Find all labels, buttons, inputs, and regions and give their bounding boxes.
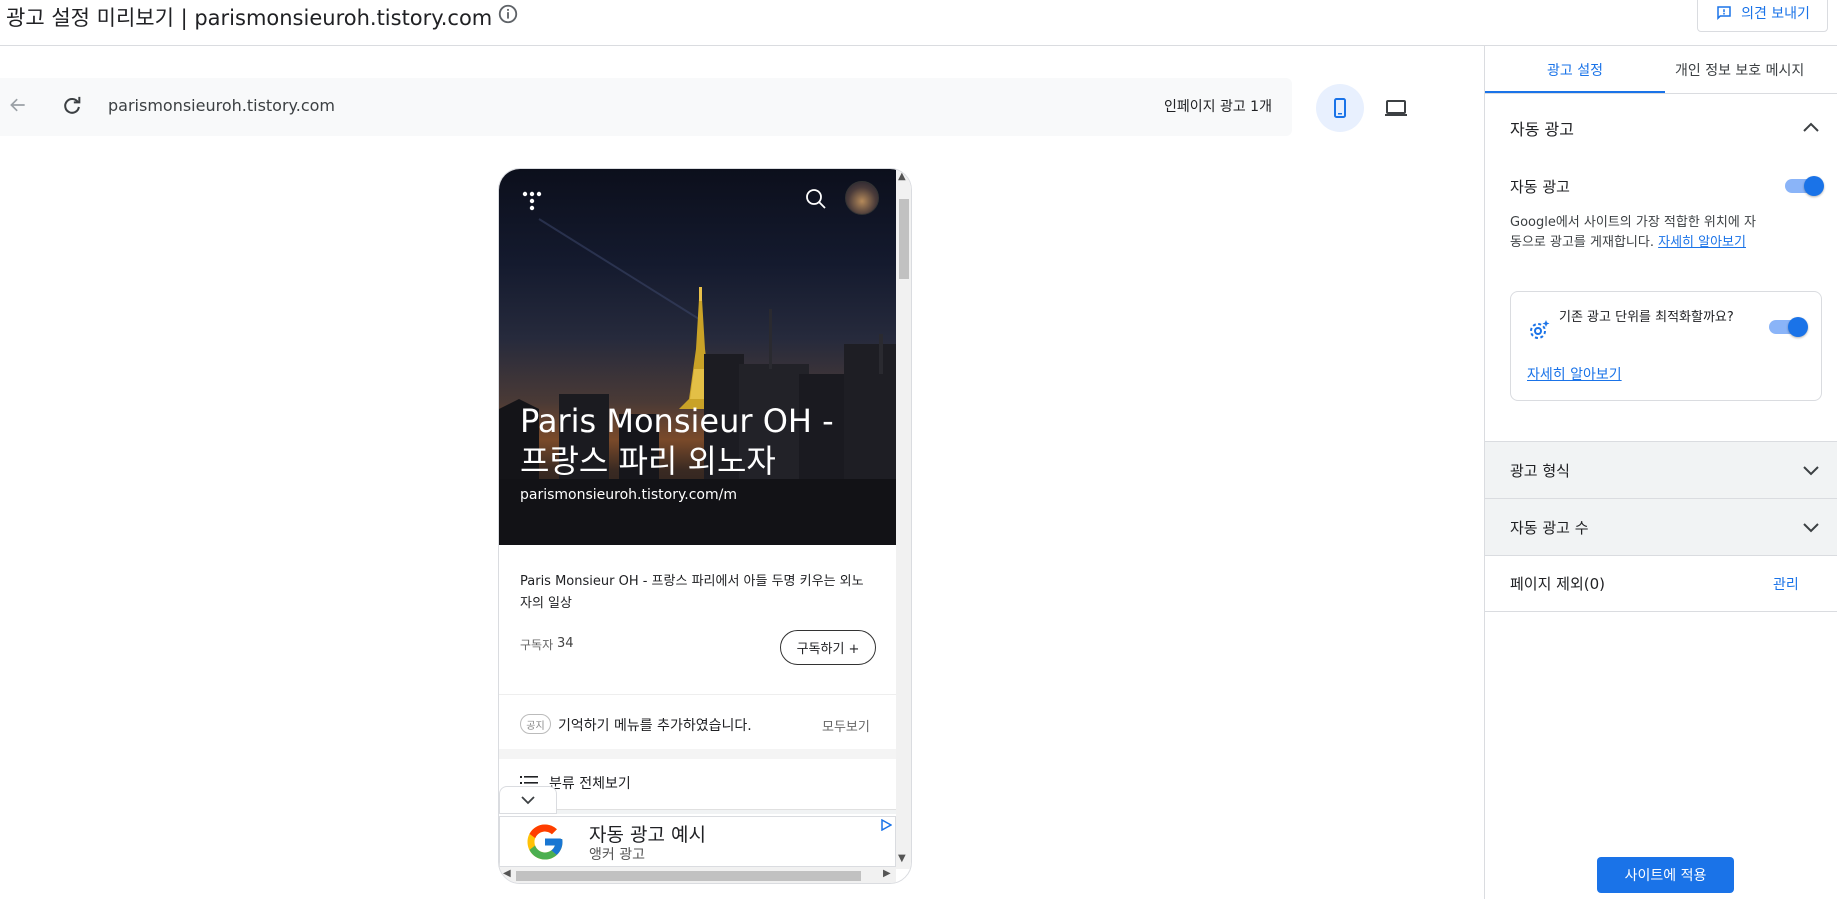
subscribers-label: 구독자 (520, 638, 554, 652)
page-title: 광고 설정 미리보기 | parismonsieuroh.tistory.com (6, 6, 493, 30)
optimize-ad-units-toggle[interactable] (1769, 317, 1808, 337)
apply-to-site-button[interactable]: 사이트에 적용 (1597, 857, 1734, 893)
scroll-left-arrow-icon[interactable]: ◀ (503, 868, 511, 879)
blog-title: Paris Monsieur OH - 프랑스 파리 외노자 (520, 402, 834, 480)
back-arrow-icon[interactable] (8, 95, 28, 115)
gear-sparkle-icon (1530, 320, 1550, 339)
feedback-label: 의견 보내기 (1741, 6, 1810, 22)
info-icon[interactable] (497, 3, 519, 25)
tab-privacy-messages[interactable]: 개인 정보 보호 메시지 (1675, 46, 1837, 93)
mobile-view-button[interactable] (1316, 84, 1364, 132)
scroll-right-arrow-icon[interactable]: ▶ (883, 868, 891, 879)
chevron-down-icon (1803, 523, 1819, 533)
subscribe-button[interactable]: 구독하기 + (780, 630, 876, 665)
blog-description: Paris Monsieur OH - 프랑스 파리에서 아들 두명 키우는 외… (520, 574, 864, 611)
divider (499, 694, 896, 695)
auto-ads-toggle[interactable] (1785, 176, 1824, 196)
search-icon[interactable] (804, 187, 828, 211)
notice-view-all-link[interactable]: 모두보기 (822, 716, 870, 735)
tab-ad-settings[interactable]: 광고 설정 (1485, 46, 1665, 93)
header: 광고 설정 미리보기 | parismonsieuroh.tistory.com… (0, 0, 1837, 46)
smartphone-icon (1334, 98, 1346, 118)
section-separator (499, 749, 896, 759)
mobile-preview-frame: Paris Monsieur OH - 프랑스 파리 외노자 parismons… (498, 168, 912, 884)
anchor-ad-collapse-button[interactable] (499, 786, 557, 814)
feedback-icon (1717, 6, 1731, 21)
category-all-link[interactable]: 분류 전체보기 (549, 773, 631, 793)
optimize-learn-more-link[interactable]: 자세히 알아보기 (1527, 364, 1622, 384)
tab-divider (1485, 93, 1837, 94)
auto-ads-label: 자동 광고 (1510, 178, 1570, 196)
desktop-view-button[interactable] (1372, 84, 1420, 132)
blog-hero-image: Paris Monsieur OH - 프랑스 파리 외노자 parismons… (499, 169, 896, 545)
laptop-icon (1385, 100, 1407, 116)
optimize-ad-units-text: 기존 광고 단위를 최적화할까요? (1559, 310, 1734, 325)
auto-ads-learn-more-link[interactable]: 자세히 알아보기 (1658, 235, 1746, 250)
anchor-ad-edge (557, 809, 896, 814)
ad-example-subtitle: 앵커 광고 (589, 847, 645, 863)
chevron-down-icon (1803, 466, 1819, 476)
page-exclusion-section: 페이지 제외(0) 관리 (1485, 555, 1837, 612)
preview-url: parismonsieuroh.tistory.com (108, 96, 335, 115)
settings-panel: 광고 설정 개인 정보 보호 메시지 자동 광고 자동 광고 Google에서 … (1484, 46, 1837, 899)
vertical-scroll-thumb[interactable] (899, 199, 909, 279)
feedback-button[interactable]: 의견 보내기 (1697, 0, 1828, 32)
page-exclusion-label: 페이지 제외(0) (1510, 575, 1606, 593)
auto-ads-section-title[interactable]: 자동 광고 (1510, 116, 1574, 140)
chevron-down-icon (521, 796, 535, 805)
inpage-ad-count: 인페이지 광고 1개 (1164, 99, 1272, 115)
ad-format-label: 광고 형식 (1510, 461, 1570, 480)
notice-badge: 공지 (520, 714, 551, 734)
auto-ads-description: Google에서 사이트의 가장 적합한 위치에 자동으로 광고를 게재합니다.… (1510, 213, 1765, 253)
google-g-logo (527, 824, 563, 860)
manage-exclusions-link[interactable]: 관리 (1773, 574, 1799, 594)
anchor-ad-example[interactable]: 자동 광고 예시 앵커 광고 (499, 816, 896, 867)
chevron-up-icon[interactable] (1801, 118, 1821, 138)
adchoices-icon[interactable] (880, 819, 892, 831)
tistory-menu-icon[interactable] (521, 189, 543, 213)
scroll-up-arrow-icon[interactable]: ▲ (898, 171, 906, 182)
subscribers-count: 34 (557, 636, 574, 651)
scroll-down-arrow-icon[interactable]: ▼ (898, 853, 906, 864)
reload-icon[interactable] (61, 95, 83, 117)
profile-avatar[interactable] (845, 181, 879, 215)
ad-load-section[interactable]: 자동 광고 수 (1485, 498, 1837, 555)
notice-text[interactable]: 기억하기 메뉴를 추가하였습니다. (558, 715, 752, 735)
blog-url: parismonsieuroh.tistory.com/m (520, 487, 737, 503)
ad-load-label: 자동 광고 수 (1510, 518, 1589, 537)
ad-format-section[interactable]: 광고 형식 (1485, 441, 1837, 498)
ad-example-title: 자동 광고 예시 (589, 824, 706, 846)
optimize-ad-units-card: 기존 광고 단위를 최적화할까요? 자세히 알아보기 (1510, 291, 1822, 401)
horizontal-scroll-thumb[interactable] (516, 871, 861, 881)
